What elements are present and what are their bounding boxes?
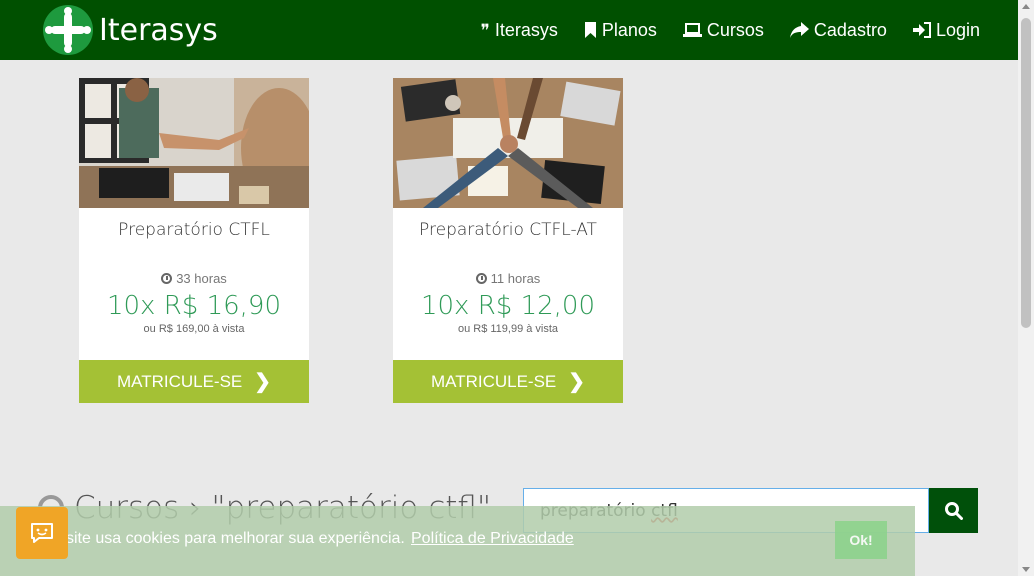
nav-label: Iterasys	[494, 19, 558, 40]
nav-item-login[interactable]: Login	[912, 19, 980, 41]
search-button[interactable]	[929, 488, 978, 533]
course-hours-text: 11 horas	[490, 271, 541, 286]
brand-name: Iterasys	[99, 12, 218, 48]
scrollbar-thumb[interactable]	[1021, 18, 1031, 328]
course-title: Preparatório CTFL-AT	[419, 220, 597, 240]
main-nav: ❞ Iterasys Planos Cursos Cadastro Login	[481, 0, 980, 60]
nav-item-cadastro[interactable]: Cadastro	[789, 19, 887, 41]
course-price-vista: ou R$ 169,00 à vista	[143, 323, 245, 335]
share-arrow-icon	[789, 22, 809, 38]
page-scrollbar[interactable]	[1018, 0, 1034, 576]
bookmark-icon	[584, 22, 596, 38]
brand-logo-link[interactable]: Iterasys	[43, 5, 218, 55]
clock-icon	[161, 273, 173, 284]
scroll-down-arrow-icon[interactable]	[1022, 567, 1030, 572]
laptop-icon	[682, 23, 702, 37]
course-price: 10x R$ 16,90	[106, 291, 282, 321]
enroll-button[interactable]: MATRICULE-SE ❯	[393, 360, 623, 403]
course-image-handshake[interactable]	[79, 78, 309, 208]
clock-icon	[475, 273, 487, 284]
course-price-vista: ou R$ 119,99 à vista	[457, 323, 559, 335]
nav-label: Cadastro	[813, 19, 887, 40]
scroll-up-arrow-icon[interactable]	[1022, 4, 1030, 9]
course-card: Preparatório CTFL 33 horas 10x R$ 16,90 …	[79, 78, 309, 403]
chat-icon	[31, 523, 53, 543]
cookie-ok-button[interactable]: Ok!	[835, 521, 887, 559]
cookie-text: site usa cookies para melhorar sua exper…	[66, 530, 405, 547]
sign-in-icon	[912, 22, 931, 38]
course-hours: 33 horas	[79, 271, 309, 286]
course-image-team[interactable]	[393, 78, 623, 208]
course-price: 10x R$ 12,00	[420, 291, 596, 321]
nav-label: Cursos	[706, 19, 764, 40]
enroll-button-label: MATRICULE-SE	[430, 371, 557, 391]
iterasys-logo-icon	[43, 5, 93, 55]
chevron-right-icon: ❯	[254, 371, 272, 393]
quote-icon: ❞	[480, 20, 490, 40]
course-title: Preparatório CTFL	[118, 220, 270, 240]
nav-label: Login	[935, 19, 980, 40]
nav-item-cursos[interactable]: Cursos	[682, 19, 764, 41]
top-navbar: Iterasys ❞ Iterasys Planos Cursos Cadast…	[0, 0, 1018, 60]
nav-item-iterasys[interactable]: ❞ Iterasys	[481, 20, 558, 41]
nav-item-planos[interactable]: Planos	[584, 20, 657, 41]
nav-label: Planos	[601, 19, 657, 40]
course-hours-text: 33 horas	[176, 271, 227, 286]
search-icon	[944, 501, 963, 520]
course-card: Preparatório CTFL-AT 11 horas 10x R$ 12,…	[393, 78, 623, 403]
chat-button[interactable]	[16, 507, 68, 559]
enroll-button[interactable]: MATRICULE-SE ❯	[79, 360, 309, 403]
privacy-policy-link[interactable]: Política de Privacidade	[411, 530, 574, 548]
chevron-right-icon: ❯	[568, 371, 586, 393]
cookie-consent-bar: site usa cookies para melhorar sua exper…	[0, 506, 915, 576]
course-hours: 11 horas	[393, 271, 623, 286]
enroll-button-label: MATRICULE-SE	[116, 371, 243, 391]
